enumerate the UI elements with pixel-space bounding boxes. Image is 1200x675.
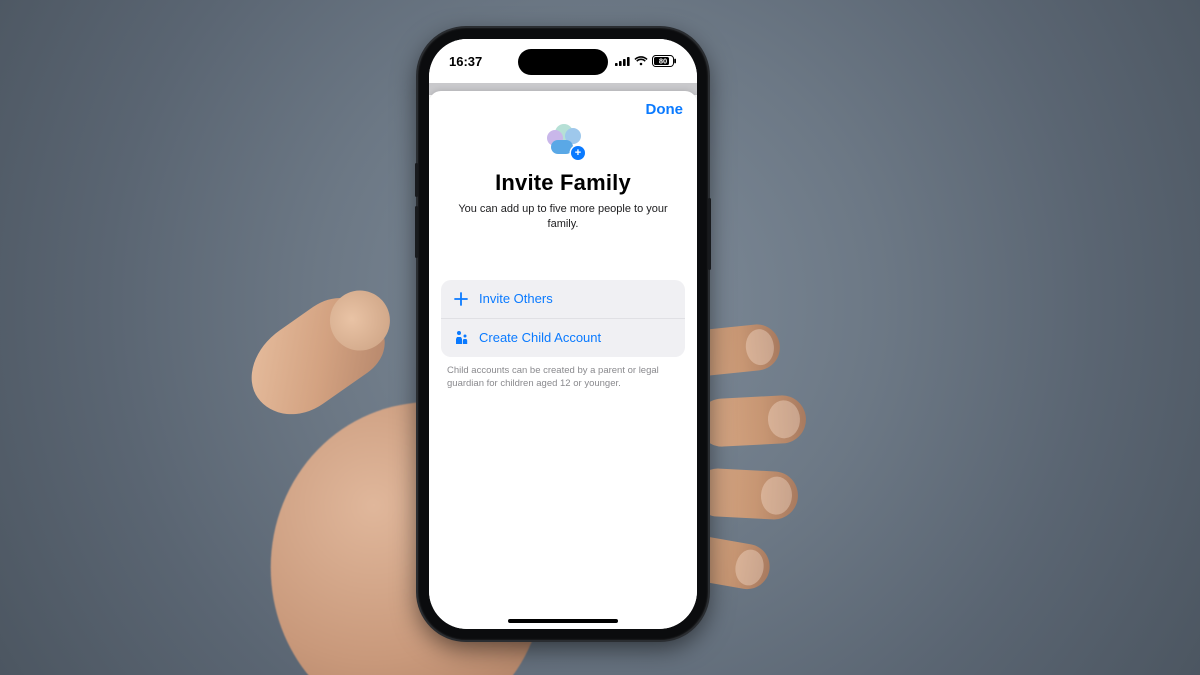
status-time: 16:37 [449, 54, 482, 69]
battery-icon: 80 [652, 55, 677, 67]
page-subtitle: You can add up to five more people to yo… [445, 202, 681, 232]
phone-frame: 16:37 [418, 28, 708, 640]
hero-section: + Invite Family You can add up to five m… [429, 124, 697, 232]
create-child-row[interactable]: Create Child Account [441, 318, 685, 357]
phone-screen: 16:37 [429, 39, 697, 629]
done-button[interactable]: Done [646, 101, 684, 118]
cellular-icon [615, 56, 630, 66]
invite-others-row[interactable]: Invite Others [441, 280, 685, 318]
power-button [708, 198, 711, 270]
volume-button-2 [415, 206, 418, 258]
home-indicator[interactable] [508, 619, 618, 623]
wifi-icon [634, 56, 648, 66]
plus-badge-icon: + [571, 146, 585, 160]
photo-stage: 16:37 [0, 0, 1200, 675]
page-title: Invite Family [495, 170, 631, 196]
dynamic-island [518, 49, 608, 75]
plus-icon [453, 291, 469, 307]
footnote-text: Child accounts can be created by a paren… [447, 365, 679, 391]
parent-child-icon [453, 330, 469, 346]
modal-sheet: Done + Invite Family You can add up to f… [429, 91, 697, 629]
invite-others-label: Invite Others [479, 291, 553, 306]
sheet-nav: Done [429, 91, 697, 118]
family-icon: + [541, 124, 585, 160]
create-child-label: Create Child Account [479, 330, 601, 345]
volume-button-1 [415, 163, 418, 197]
options-list: Invite Others Create Child Account [441, 280, 685, 357]
status-indicators: 80 [615, 55, 677, 67]
battery-level: 80 [659, 57, 667, 66]
